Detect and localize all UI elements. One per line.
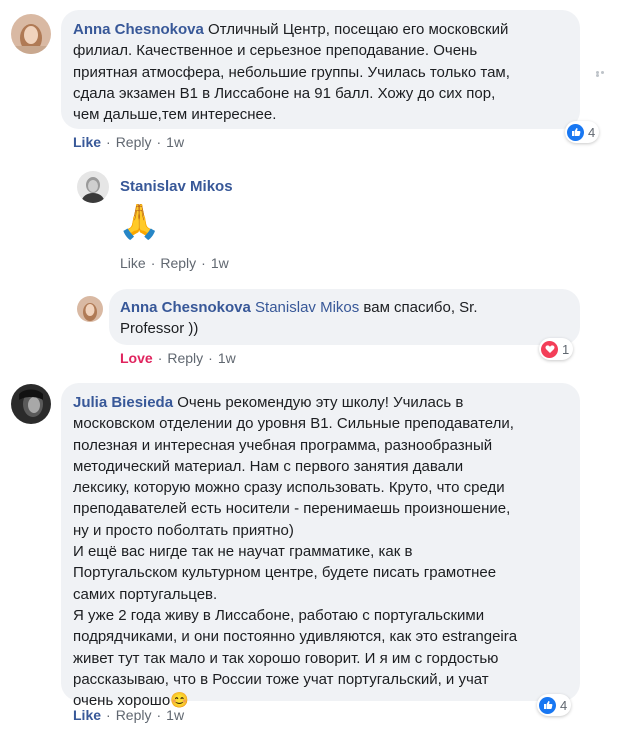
separator-dot: · xyxy=(150,255,156,271)
timestamp[interactable]: 1w xyxy=(166,707,184,723)
comment-author[interactable]: Anna Chesnokova xyxy=(120,299,251,316)
comment-actions: Like · Reply · 1w xyxy=(73,707,184,723)
comment-text-line: Отличный Центр, посещаю его московский xyxy=(208,21,509,38)
comment-text-line: подрядчиками, и они постоянно удивляются… xyxy=(73,628,518,646)
comment-emoji: 🙏 xyxy=(118,203,161,241)
like-button[interactable]: Like xyxy=(120,255,146,271)
reaction-count[interactable]: 4 xyxy=(537,694,572,716)
separator-dot: · xyxy=(106,707,111,723)
like-reaction-icon xyxy=(539,696,556,714)
comment-text-line: методический материал. Нам с первого зан… xyxy=(73,457,464,475)
love-button[interactable]: Love xyxy=(120,350,153,366)
like-button[interactable]: Like xyxy=(73,707,101,723)
comment-text-line: преподавателей есть носители - перенимае… xyxy=(73,500,511,518)
love-reaction-icon xyxy=(541,340,558,358)
comment-actions: Love · Reply · 1w xyxy=(120,350,236,366)
reaction-count[interactable]: 4 xyxy=(565,121,600,143)
comment-text-line: Очень рекомендую эту школу! Училась в xyxy=(177,394,464,411)
separator-dot: · xyxy=(157,350,163,366)
separator-dot: · xyxy=(201,255,206,271)
separator-dot: · xyxy=(208,350,213,366)
reaction-count-value: 1 xyxy=(562,341,570,357)
avatar-photo xyxy=(11,14,51,54)
timestamp[interactable]: 1w xyxy=(218,350,236,366)
comment-text-line: лексику, которую можно сразу использоват… xyxy=(73,479,505,497)
comment-text-line: Professor )) xyxy=(120,320,199,338)
comment-bubble: Anna Chesnokova Stanislav Mikos вам спас… xyxy=(109,289,580,345)
comment-author[interactable]: Julia Biesieda xyxy=(73,394,173,411)
reply-button[interactable]: Reply xyxy=(160,255,196,271)
comment-actions: Like · Reply · 1w xyxy=(73,134,184,150)
avatar-photo xyxy=(11,384,51,424)
comment-text-line: филиал. Качественное и серьезное препода… xyxy=(73,42,478,60)
more-options-icon[interactable] xyxy=(596,71,610,77)
mention-link[interactable]: Stanislav Mikos xyxy=(255,299,359,316)
reply-button[interactable]: Reply xyxy=(116,707,152,723)
avatar[interactable] xyxy=(77,296,103,322)
like-button[interactable]: Like xyxy=(73,134,101,150)
comment-text-line: самих португальцев. xyxy=(73,585,218,603)
reply-button[interactable]: Reply xyxy=(116,134,152,150)
comment-text-line: Португальском культурном центре, будете … xyxy=(73,564,497,582)
reaction-count[interactable]: 1 xyxy=(539,338,574,360)
reaction-count-value: 4 xyxy=(560,697,568,713)
separator-dot: · xyxy=(156,707,162,723)
avatar[interactable] xyxy=(77,171,109,203)
comment-text-line: И ещё вас нигде так не научат грамматике… xyxy=(73,543,413,561)
comment-text-line: вам спасибо, Sr. xyxy=(363,299,478,316)
comment-author[interactable]: Anna Chesnokova xyxy=(73,21,204,38)
comment-actions: Like · Reply · 1w xyxy=(120,255,229,271)
separator-dot: · xyxy=(156,134,162,150)
avatar-photo xyxy=(77,296,103,322)
comment-text-line: рассказываю, что в России тоже учат порт… xyxy=(73,670,489,688)
reaction-count-value: 4 xyxy=(588,124,596,140)
avatar[interactable] xyxy=(11,14,51,54)
comment-bubble: Julia Biesieda Очень рекомендую эту школ… xyxy=(61,383,580,709)
comment-text-line: сдала экзамен В1 в Лиссабоне на 91 балл.… xyxy=(73,84,496,102)
avatar-photo xyxy=(77,171,109,203)
separator-dot: · xyxy=(106,134,111,150)
comment-text-line: ну и просто поболтать приятно) xyxy=(73,521,294,539)
comment-bubble: Anna Chesnokova Отличный Центр, посещаю … xyxy=(61,10,580,129)
comment-text-line: Я уже 2 года живу в Лиссабоне, работаю с… xyxy=(73,606,485,624)
comment-text-line: чем дальше,тем интереснее. xyxy=(73,106,277,124)
comment-text-line: живет тут так мало и так хорошо говорит.… xyxy=(73,649,499,667)
comment-text-line: приятная атмосфера, небольшие группы. Уч… xyxy=(73,63,510,81)
timestamp[interactable]: 1w xyxy=(211,255,229,271)
comment-text-line: московском отделении до уровня В1. Сильн… xyxy=(73,415,514,433)
like-reaction-icon xyxy=(567,123,584,141)
reply-button[interactable]: Reply xyxy=(167,350,203,366)
comment-text-line: полезная и интересная учебная программа,… xyxy=(73,436,493,454)
timestamp[interactable]: 1w xyxy=(166,134,184,150)
comment-author[interactable]: Stanislav Mikos xyxy=(120,178,233,195)
avatar[interactable] xyxy=(11,384,51,424)
